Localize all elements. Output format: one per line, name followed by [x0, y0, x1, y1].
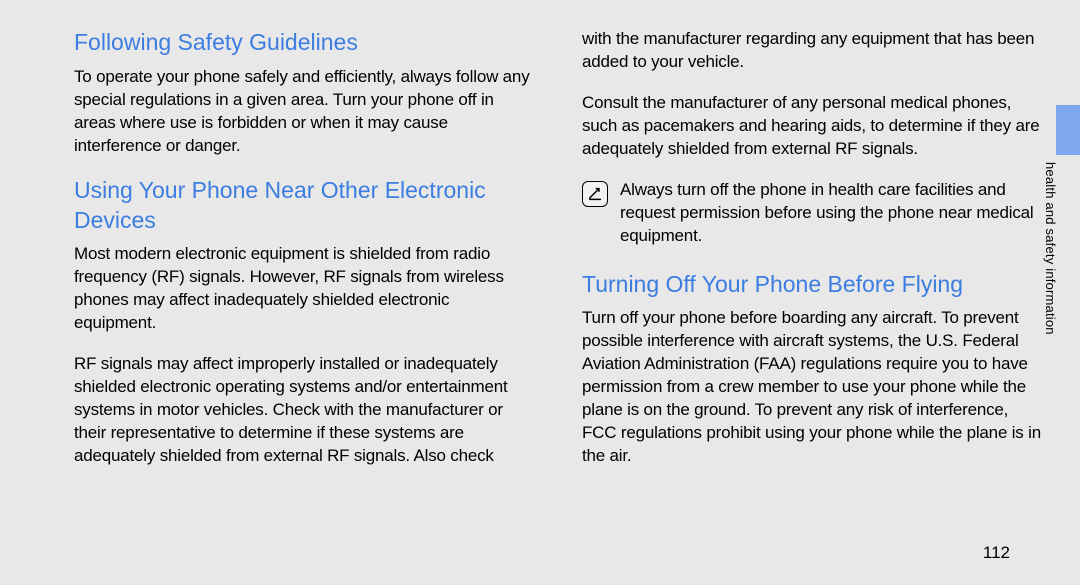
side-section-label: health and safety information — [1043, 162, 1058, 335]
paragraph: Consult the manufacturer of any personal… — [582, 92, 1042, 161]
heading-flying: Turning Off Your Phone Before Flying — [582, 270, 1042, 300]
note-text: Always turn off the phone in health care… — [620, 179, 1042, 248]
document-page: Following Safety Guidelines To operate y… — [0, 0, 1080, 585]
left-column: Following Safety Guidelines To operate y… — [74, 28, 534, 565]
note-icon — [582, 181, 608, 207]
paragraph: Most modern electronic equipment is shie… — [74, 243, 534, 335]
paragraph-continuation: with the manufacturer regarding any equi… — [582, 28, 1042, 74]
note-block: Always turn off the phone in health care… — [582, 179, 1042, 248]
paragraph: RF signals may affect improperly install… — [74, 353, 534, 468]
paragraph: To operate your phone safely and efficie… — [74, 66, 534, 158]
right-column: with the manufacturer regarding any equi… — [582, 28, 1042, 565]
paragraph: Turn off your phone before boarding any … — [582, 307, 1042, 468]
heading-safety-guidelines: Following Safety Guidelines — [74, 28, 534, 58]
section-tab — [1056, 105, 1080, 155]
heading-electronic-devices: Using Your Phone Near Other Electronic D… — [74, 176, 534, 236]
page-number: 112 — [983, 543, 1010, 563]
